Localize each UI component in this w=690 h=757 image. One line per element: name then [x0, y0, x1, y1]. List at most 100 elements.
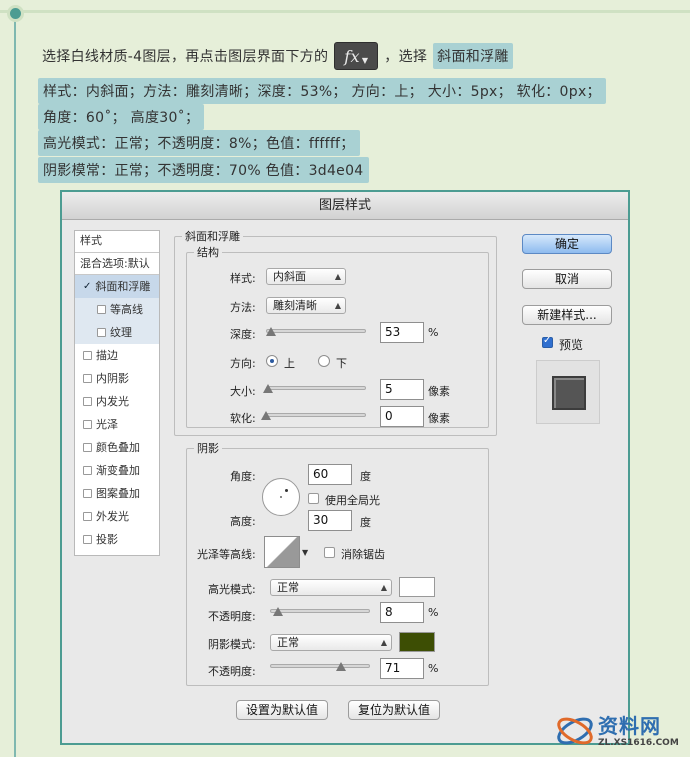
- checkbox[interactable]: [83, 489, 92, 498]
- checkbox[interactable]: [97, 328, 106, 337]
- technique-select[interactable]: 雕刻清晰 ▲: [266, 297, 346, 314]
- style-list-item[interactable]: 描边: [75, 344, 159, 367]
- instruction-prefix: 选择白线材质-4图层，再点击图层界面下方的: [42, 49, 329, 65]
- fx-button: fx ▼: [334, 42, 379, 70]
- highlight-opacity-slider[interactable]: [270, 604, 370, 618]
- blend-options-item[interactable]: 混合选项:默认: [75, 253, 159, 275]
- style-list-item[interactable]: 外发光: [75, 505, 159, 528]
- angle-label: 角度:: [230, 470, 256, 483]
- chevron-updown-icon: ▲: [380, 638, 387, 647]
- instruction-line-3: 角度：60˚； 高度30˚；: [38, 104, 205, 130]
- chevron-updown-icon: ▲: [334, 272, 341, 281]
- global-light-checkbox[interactable]: [308, 493, 319, 504]
- shadow-opacity-slider[interactable]: [270, 659, 370, 673]
- direction-down-label: 下: [336, 357, 347, 370]
- shadow-mode-select[interactable]: 正常 ▲: [270, 634, 392, 651]
- slider-track: [270, 609, 370, 613]
- slider-thumb[interactable]: [266, 327, 276, 336]
- highlight-mode-select[interactable]: 正常 ▲: [270, 579, 392, 596]
- style-list-item-label: 内发光: [96, 395, 129, 408]
- style-list-item-label: 斜面和浮雕: [95, 280, 151, 293]
- soften-input[interactable]: 0: [380, 406, 424, 427]
- shadow-opacity-input[interactable]: 71: [380, 658, 424, 679]
- slider-thumb[interactable]: [261, 411, 271, 420]
- anti-alias-checkbox[interactable]: [324, 547, 335, 558]
- style-list-header: 样式: [75, 231, 159, 253]
- cancel-button[interactable]: 取消: [522, 269, 612, 289]
- checkbox[interactable]: [83, 466, 92, 475]
- slider-thumb[interactable]: [336, 662, 346, 671]
- style-list-item-label: 纹理: [110, 326, 132, 339]
- reset-default-button[interactable]: 复位为默认值: [348, 700, 440, 720]
- style-list-item[interactable]: 投影: [75, 528, 159, 551]
- timeline-line: [14, 14, 16, 757]
- style-list-item-label: 图案叠加: [96, 487, 140, 500]
- style-list-item[interactable]: 渐变叠加: [75, 459, 159, 482]
- angle-dial[interactable]: [262, 478, 300, 516]
- slider-thumb[interactable]: [273, 607, 283, 616]
- soften-slider[interactable]: [261, 408, 366, 422]
- style-list-item-label: 外发光: [96, 510, 129, 523]
- watermark-text: 资料网: [598, 714, 661, 738]
- chevron-updown-icon: ▲: [380, 583, 387, 592]
- slider-track: [266, 386, 366, 390]
- checkbox[interactable]: [83, 512, 92, 521]
- style-list-item[interactable]: 内阴影: [75, 367, 159, 390]
- style-list-item-label: 描边: [96, 349, 118, 362]
- angle-input[interactable]: 60: [308, 464, 352, 485]
- shadow-color-swatch[interactable]: [399, 632, 435, 652]
- shadow-mode-label: 阴影模式:: [208, 638, 256, 651]
- ok-button[interactable]: 确定: [522, 234, 612, 254]
- highlight-color-swatch[interactable]: [399, 577, 435, 597]
- style-list: 样式 混合选项:默认 ✓ 斜面和浮雕等高线纹理描边内阴影内发光光泽颜色叠加 渐变叠加…: [74, 230, 160, 556]
- bevel-group-title: 斜面和浮雕: [185, 230, 240, 243]
- size-slider[interactable]: [263, 381, 366, 395]
- checkbox[interactable]: [83, 351, 92, 360]
- highlight-mode-label: 高光模式:: [208, 583, 256, 596]
- bevel-style-value: 内斜面: [273, 270, 306, 283]
- altitude-unit: 度: [360, 516, 371, 529]
- preview-square: [552, 376, 586, 410]
- style-list-item-label: 光泽: [96, 418, 118, 431]
- checkbox[interactable]: [83, 535, 92, 544]
- preview-label: 预览: [559, 338, 584, 352]
- instruction-line-1: 选择白线材质-4图层，再点击图层界面下方的 fx ▼ ，选择 斜面和浮雕: [42, 40, 513, 72]
- checkbox[interactable]: [97, 305, 106, 314]
- style-list-item[interactable]: 光泽: [75, 413, 159, 436]
- preview-checkbox[interactable]: ✓: [542, 335, 553, 348]
- checkbox[interactable]: [83, 397, 92, 406]
- chevron-down-icon[interactable]: ▼: [302, 548, 308, 557]
- style-label: 样式:: [230, 272, 256, 285]
- style-items: ✓ 斜面和浮雕等高线纹理描边内阴影内发光光泽颜色叠加 渐变叠加图案叠加外发光投影: [75, 275, 159, 551]
- instruction-line-2: 样式：内斜面；方法：雕刻清晰；深度：53%； 方向：上； 大小：5px； 软化：…: [38, 78, 606, 104]
- style-list-item[interactable]: 图案叠加: [75, 482, 159, 505]
- size-input[interactable]: 5: [380, 379, 424, 400]
- gloss-contour-picker[interactable]: [264, 536, 300, 568]
- depth-unit: %: [428, 326, 439, 339]
- bevel-style-select[interactable]: 内斜面 ▲: [266, 268, 346, 285]
- depth-slider[interactable]: [266, 324, 366, 338]
- watermark: 资料网 ZL.XS1616.COM: [550, 708, 690, 757]
- highlight-opacity-input[interactable]: 8: [380, 602, 424, 623]
- style-list-item[interactable]: 纹理: [75, 321, 159, 344]
- anti-alias-label: 消除锯齿: [341, 548, 385, 561]
- new-style-button[interactable]: 新建样式...: [522, 305, 612, 325]
- soften-unit: 像素: [428, 412, 450, 425]
- slider-thumb[interactable]: [263, 384, 273, 393]
- style-list-item-label: 内阴影: [96, 372, 129, 385]
- depth-input[interactable]: 53: [380, 322, 424, 343]
- altitude-input[interactable]: 30: [308, 510, 352, 531]
- checkbox[interactable]: [83, 374, 92, 383]
- style-list-item[interactable]: 内发光: [75, 390, 159, 413]
- style-list-item[interactable]: ✓ 斜面和浮雕: [75, 275, 159, 298]
- make-default-button[interactable]: 设置为默认值: [236, 700, 328, 720]
- direction-up-radio[interactable]: [266, 355, 278, 367]
- style-list-item[interactable]: 等高线: [75, 298, 159, 321]
- direction-down-radio[interactable]: [318, 355, 330, 367]
- checkbox[interactable]: [83, 443, 92, 452]
- style-list-item[interactable]: 颜色叠加: [75, 436, 159, 459]
- checkbox[interactable]: [83, 420, 92, 429]
- checked-checkbox[interactable]: ✓: [83, 282, 91, 292]
- shadow-opacity-label: 不透明度:: [208, 665, 256, 678]
- highlight-mode-value: 正常: [277, 581, 299, 594]
